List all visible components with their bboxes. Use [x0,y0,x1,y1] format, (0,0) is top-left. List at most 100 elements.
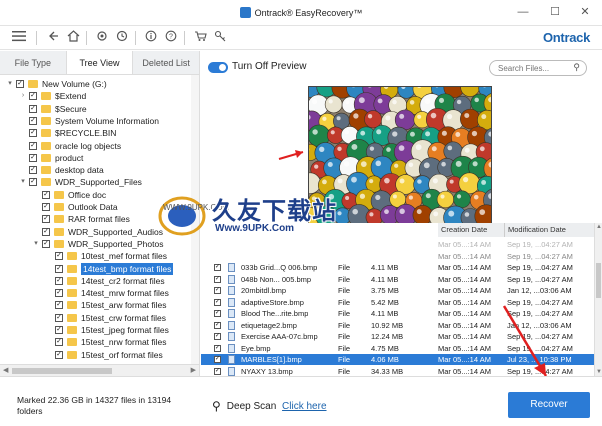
collapse-icon[interactable]: ▾ [19,176,27,188]
settings-icon[interactable] [93,29,111,47]
tree-checkbox[interactable]: ✓ [29,178,37,187]
search-box[interactable]: ⚲ [489,60,587,76]
tree-checkbox[interactable]: ✓ [29,92,37,101]
marble-highlight [433,211,439,217]
tree-checkbox[interactable]: ✓ [42,190,50,199]
row-checkbox[interactable]: ✓ [214,321,221,329]
tree-checkbox[interactable]: ✓ [55,301,63,310]
cell-type: File [338,320,351,330]
table-row[interactable]: ✓ Blood The...rite.bmp File 4.11 MB Mar 05..… [201,308,595,319]
tree-checkbox[interactable]: ✓ [42,203,50,211]
tab-deleted-list[interactable]: Deleted List [133,51,200,74]
home-icon[interactable] [64,29,82,47]
help-icon[interactable]: ? [162,29,180,47]
tree-checkbox[interactable]: ✓ [29,116,37,125]
image-file-icon [228,286,235,295]
collapse-icon[interactable]: ▾ [32,238,40,250]
preview-toggle[interactable] [208,62,228,73]
tree-checkbox[interactable]: ✓ [55,264,63,273]
tree-checkbox[interactable]: ✓ [55,289,63,298]
table-row[interactable]: ✓ Eye.bmp File 4.75 MB Mar 05...:14 AM Sep 19… [201,343,595,354]
info-icon[interactable] [142,29,160,47]
table-row[interactable]: ✓ 048b Non... 005.bmp File 4.11 MB Mar 05...… [201,274,595,285]
expand-icon[interactable]: › [19,90,27,102]
row-checkbox[interactable]: ✓ [214,356,221,363]
cell-created: Mar 05...:14 AM [438,297,491,307]
recover-button[interactable]: Recover [508,392,590,418]
maximize-button[interactable]: ☐ [542,3,568,21]
marble-highlight [330,130,335,135]
row-checkbox[interactable]: ✓ [214,298,221,306]
tree-checkbox[interactable]: ✓ [55,350,63,359]
table-row[interactable]: ✓ etiquetage2.bmp File 10.92 MB Mar 05...:14… [201,320,595,331]
marble-highlight [314,164,319,169]
row-checkbox[interactable]: ✓ [214,367,221,375]
tree-checkbox[interactable]: ✓ [29,129,37,138]
marble-highlight [353,113,359,119]
key-icon[interactable] [211,29,229,47]
tree-checkbox[interactable]: ✓ [55,326,63,334]
table-row[interactable]: ✓ NYAXY 13.bmp File 34.33 MB Mar 05...:14 AM… [201,366,595,377]
row-checkbox[interactable]: ✓ [214,333,221,340]
row-checkbox[interactable]: ✓ [214,287,221,294]
marble-highlight [344,129,350,135]
tree-checkbox[interactable]: ✓ [16,80,24,88]
tree-checkbox[interactable]: ✓ [42,239,50,248]
marble-highlight [423,162,430,169]
table-row[interactable]: ✓ MARBLES[1].bmp File 4.06 MB Mar 05...:14 A… [201,354,595,365]
tree-checkbox[interactable]: ✓ [55,313,63,322]
file-list-scrollbar[interactable]: ▲ ▼ [594,223,602,376]
tab-tree-view[interactable]: Tree View [65,51,134,74]
minimize-button[interactable]: — [510,3,536,21]
image-file-icon [228,355,235,364]
folder-icon [41,153,51,162]
tree-checkbox[interactable]: ✓ [29,166,37,175]
tree-item-label: RAR format files [68,214,130,225]
marble-highlight [481,114,487,120]
cart-icon[interactable] [191,29,209,47]
row-checkbox[interactable]: ✓ [214,310,221,317]
marble-highlight [322,179,327,185]
scroll-thumb[interactable] [596,263,601,298]
deep-scan-link[interactable]: Click here [282,401,326,412]
history-icon[interactable] [113,29,131,47]
folder-icon [41,178,51,187]
search-icon[interactable]: ⚲ [573,62,580,73]
column-creation-date[interactable]: Creation Date [438,223,505,237]
scroll-up-icon[interactable]: ▲ [595,224,602,230]
menu-icon[interactable] [10,29,28,47]
table-row[interactable]: ✓ Exercise AAA-07c.bmp File 12.24 MB Mar 05.… [201,331,595,342]
cell-modified: Jan 12, ...03:06 AM [507,286,572,295]
folder-icon [41,92,51,101]
tree-checkbox[interactable]: ✓ [55,252,63,261]
table-row[interactable]: ✓ 20mbitdl.bmp File 3.75 MB Mar 05...:14 AM J… [201,285,595,296]
scroll-down-icon[interactable]: ▼ [595,369,602,375]
tab-file-type[interactable]: File Type [0,51,66,74]
tree-checkbox[interactable]: ✓ [42,227,50,236]
back-icon[interactable] [44,29,62,47]
table-row[interactable]: ✓ adaptiveStore.bmp File 5.42 MB Mar 05...:1… [201,297,595,308]
tree-checkbox[interactable]: ✓ [55,338,63,347]
row-checkbox[interactable]: ✓ [214,264,221,271]
column-modification-date[interactable]: Modification Date [505,223,595,237]
marble-highlight [392,194,397,199]
scroll-thumb[interactable] [12,368,112,374]
tree-horizontal-scrollbar[interactable]: ◀ ▶ [0,364,199,376]
row-checkbox[interactable]: ✓ [214,344,221,352]
row-checkbox[interactable]: ✓ [214,275,221,283]
search-input[interactable] [498,63,568,74]
tree-checkbox[interactable]: ✓ [29,153,37,162]
tree-item-label: 15test_crw format files [81,312,167,323]
tree-checkbox[interactable]: ✓ [42,215,50,224]
tree-checkbox[interactable]: ✓ [29,141,37,150]
cell-size: 4.11 MB [371,274,399,284]
tree-item-label: 14test_cr2 format files [81,275,165,286]
tree-vertical-scrollbar[interactable] [191,75,199,364]
collapse-icon[interactable]: ▾ [6,78,14,90]
tree-checkbox[interactable]: ✓ [29,104,37,113]
tree-checkbox[interactable]: ✓ [55,276,63,285]
marble-highlight [343,161,350,167]
close-button[interactable]: ✕ [572,3,598,21]
marble-highlight [312,129,318,135]
table-row[interactable]: ✓ 033b Grid...Q 006.bmp File 4.11 MB Mar 05.… [201,262,595,273]
